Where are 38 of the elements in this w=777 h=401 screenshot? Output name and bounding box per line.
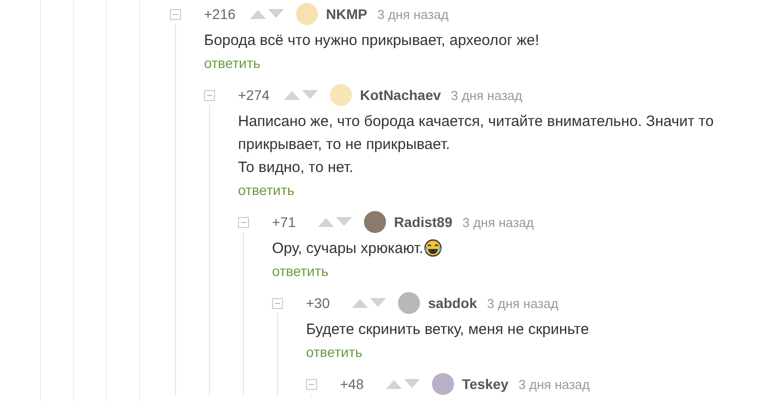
collapse-button[interactable] xyxy=(272,298,283,309)
downvote-icon[interactable] xyxy=(302,90,318,100)
comment-time: 3 дня назад xyxy=(487,296,558,310)
avatar[interactable] xyxy=(432,373,454,395)
collapse-button[interactable] xyxy=(170,9,181,20)
comment-text: Написано же, что борода качается, читайте внимательно. Значит то прикрывает, то не прикрывает. xyxy=(238,112,715,155)
upvote-icon[interactable] xyxy=(386,379,402,389)
rating-count: +274 xyxy=(238,87,271,103)
collapse-button[interactable] xyxy=(306,379,317,390)
author-name[interactable]: KotNachaev xyxy=(360,87,441,103)
comment-text: Будете скринить ветку, меня не скриньте xyxy=(306,320,590,340)
comment-text: То видно, то нет. xyxy=(238,158,354,178)
author-name[interactable]: Radist89 xyxy=(394,214,452,230)
avatar[interactable] xyxy=(364,211,386,233)
downvote-icon[interactable] xyxy=(404,379,420,389)
rating-count: +71 xyxy=(272,214,297,230)
comment-time: 3 дня назад xyxy=(518,376,590,392)
collapse-button[interactable] xyxy=(204,90,215,101)
upvote-icon[interactable] xyxy=(250,9,266,19)
rating-count: +216 xyxy=(204,6,237,22)
upvote-icon[interactable] xyxy=(284,90,300,100)
avatar[interactable] xyxy=(398,292,420,314)
author-name[interactable]: Teskey xyxy=(462,376,508,392)
downvote-icon[interactable] xyxy=(336,217,352,227)
collapse-button[interactable] xyxy=(238,217,249,228)
comment-text: Ору, сучары хрюкают. xyxy=(272,240,424,257)
comment-time: 3 дня назад xyxy=(462,214,534,230)
upvote-icon[interactable] xyxy=(352,298,368,308)
comment-time: 3 дня назад xyxy=(377,6,449,22)
author-name[interactable]: NKMP xyxy=(326,6,368,22)
rating-count: +48 xyxy=(340,376,365,392)
downvote-icon[interactable] xyxy=(370,298,386,308)
upvote-icon[interactable] xyxy=(318,217,334,227)
author-name[interactable]: sabdok xyxy=(428,295,478,311)
comment-text: Борода всё что нужно прикрывает, археолог же! xyxy=(204,31,540,51)
rating-count: +30 xyxy=(306,295,331,311)
comment-time: 3 дня назад xyxy=(450,88,522,102)
downvote-icon[interactable] xyxy=(268,9,284,19)
